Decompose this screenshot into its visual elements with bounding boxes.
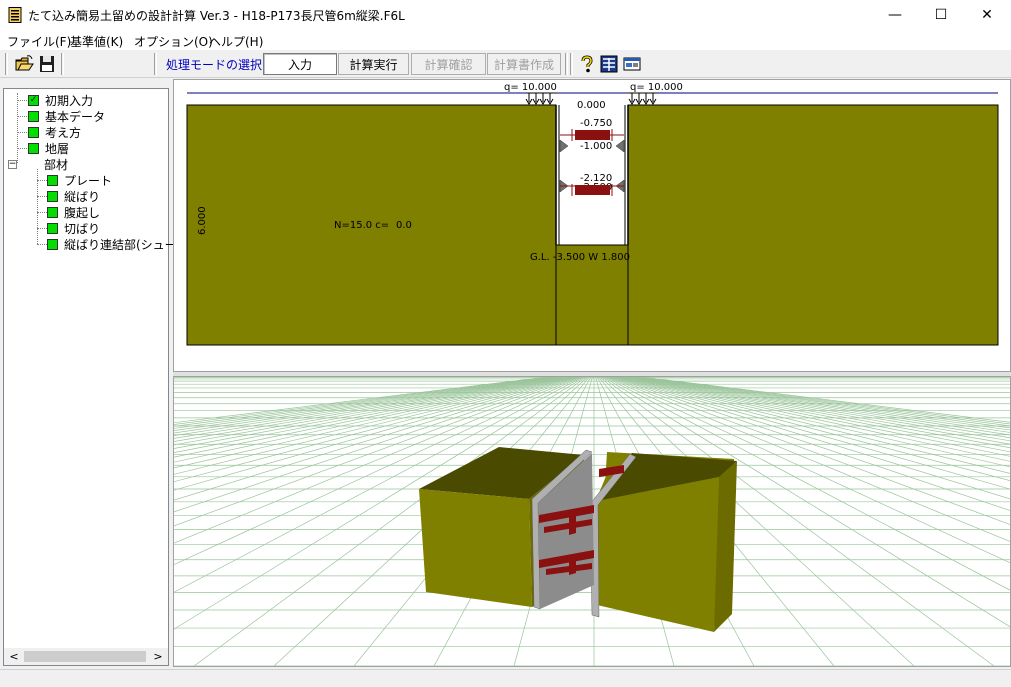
mode-selection-label: 処理モードの選択	[166, 58, 263, 72]
tree-line	[37, 196, 47, 197]
tree-item-members[interactable]: − 部材	[8, 156, 68, 172]
soil-right-block	[627, 104, 999, 346]
tree-item-wale[interactable]: 腹起し	[47, 204, 100, 220]
tree-item-label: 初期入力	[45, 93, 94, 108]
tree-item-strata[interactable]: 地層	[28, 140, 69, 156]
scroll-left-arrow-icon[interactable]: <	[6, 648, 22, 665]
tree-line	[17, 93, 18, 163]
check-calculation-button[interactable]: 計算確認	[411, 53, 486, 75]
minimize-button[interactable]: —	[872, 0, 918, 30]
toolbar: 処理モードの選択 入力 計算実行 計算確認 計算書作成	[0, 50, 1011, 78]
tree-item-beam-joint[interactable]: 縦ばり連結部(シュー	[47, 236, 177, 252]
toolbar-grip	[570, 53, 573, 75]
menu-standards[interactable]: 基準値(K)	[70, 33, 123, 50]
input-mode-button[interactable]: 入力	[263, 53, 337, 75]
checked-box-icon: ✓	[28, 94, 39, 106]
section-drawing: q= 10.000 q= 10.000 0.000 -0.750 -1.000 …	[186, 82, 999, 346]
app-window: たて込み簡易土留めの設計計算 Ver.3 - H18-P173長尺管6m縦梁.F…	[0, 0, 1011, 687]
load-right-label: q= 10.000	[630, 82, 683, 93]
open-folder-icon[interactable]	[14, 54, 34, 74]
create-report-button[interactable]: 計算書作成	[487, 53, 561, 75]
strut-2-bar	[571, 184, 613, 196]
tree-item-label: 縦ばり	[64, 189, 101, 204]
menu-file[interactable]: ファイル(F)	[7, 33, 71, 50]
help-question-icon[interactable]	[577, 54, 597, 74]
status-square-icon	[47, 222, 58, 234]
scroll-thumb[interactable]	[24, 651, 146, 662]
menu-help[interactable]: ヘルプ(H)	[209, 33, 263, 50]
section-view-panel: q= 10.000 q= 10.000 0.000 -0.750 -1.000 …	[173, 79, 1011, 372]
tree-item-label: 切ばり	[64, 221, 101, 236]
status-square-icon	[47, 174, 58, 186]
tree-horizontal-scrollbar[interactable]: < >	[4, 648, 168, 665]
tree-line	[37, 180, 47, 181]
close-button[interactable]: ✕	[964, 0, 1010, 30]
toolbar-grip	[5, 53, 8, 75]
depth-label: 6.000	[197, 206, 208, 235]
soil-c-value: 0.0	[396, 220, 412, 231]
top-level-label: 0.000	[577, 100, 606, 111]
tree-item-label: 考え方	[45, 125, 82, 140]
status-square-icon	[28, 110, 39, 122]
collapse-minus-icon[interactable]: −	[8, 159, 17, 169]
tree-item-plate[interactable]: プレート	[47, 172, 112, 188]
status-square-icon	[47, 206, 58, 218]
status-square-icon	[28, 142, 39, 154]
wale-1-level-label: -1.000	[580, 141, 612, 152]
load-arrows-right	[628, 92, 658, 105]
status-square-icon	[47, 238, 58, 250]
toolbar-grip	[154, 53, 157, 75]
tree-line	[37, 244, 47, 245]
load-arrows-left	[525, 92, 557, 105]
app-notebook-icon	[8, 7, 22, 23]
3d-model-canvas[interactable]	[174, 377, 1010, 666]
tree-line	[37, 212, 47, 213]
toolbar-separator	[565, 53, 568, 75]
3d-view-panel[interactable]	[173, 376, 1011, 667]
tree-item-initial-input[interactable]: ✓ 初期入力	[28, 92, 93, 108]
card-icon[interactable]	[622, 54, 642, 74]
grid-view-icon[interactable]	[599, 54, 619, 74]
save-disk-icon[interactable]	[37, 54, 57, 74]
tree-item-approach[interactable]: 考え方	[28, 124, 81, 140]
status-bar	[0, 669, 1011, 687]
tree-line	[37, 228, 47, 229]
tree-item-label: 部材	[44, 157, 69, 172]
bottom-level-label: G.L. -3.500 W 1.800	[530, 252, 630, 263]
tree-item-label: 縦ばり連結部(シュー	[64, 237, 177, 252]
window-title: たて込み簡易土留めの設計計算 Ver.3 - H18-P173長尺管6m縦梁.F…	[28, 9, 405, 23]
status-square-icon	[47, 190, 58, 202]
menu-bar: ファイル(F) 基準値(K) オプション(O) ヘルプ(H)	[0, 30, 1011, 50]
tree-item-label: 腹起し	[64, 205, 101, 220]
tree-item-vertical-beam[interactable]: 縦ばり	[47, 188, 100, 204]
tree-item-basic-data[interactable]: 基本データ	[28, 108, 105, 124]
input-tree-panel: ✓ 初期入力 基本データ 考え方 地層 − 部材 プレート 縦ばり 腹起し 切ば…	[3, 88, 177, 666]
scroll-right-arrow-icon[interactable]: >	[150, 648, 166, 665]
toolbar-separator	[61, 53, 64, 75]
load-left-label: q= 10.000	[504, 82, 557, 93]
run-calculation-button[interactable]: 計算実行	[338, 53, 409, 75]
strut-1-level-label: -0.750	[580, 118, 612, 129]
status-square-icon	[28, 126, 39, 138]
title-bar: たて込み簡易土留めの設計計算 Ver.3 - H18-P173長尺管6m縦梁.F…	[0, 0, 1011, 30]
soil-strength-label: N=15.0 c=	[334, 220, 389, 231]
maximize-button[interactable]: ☐	[918, 0, 964, 30]
tree-item-label: 地層	[45, 141, 70, 156]
tree-item-strut[interactable]: 切ばり	[47, 220, 100, 236]
tree-item-label: 基本データ	[45, 109, 106, 124]
tree-item-label: プレート	[64, 173, 113, 188]
menu-options[interactable]: オプション(O)	[134, 33, 213, 50]
